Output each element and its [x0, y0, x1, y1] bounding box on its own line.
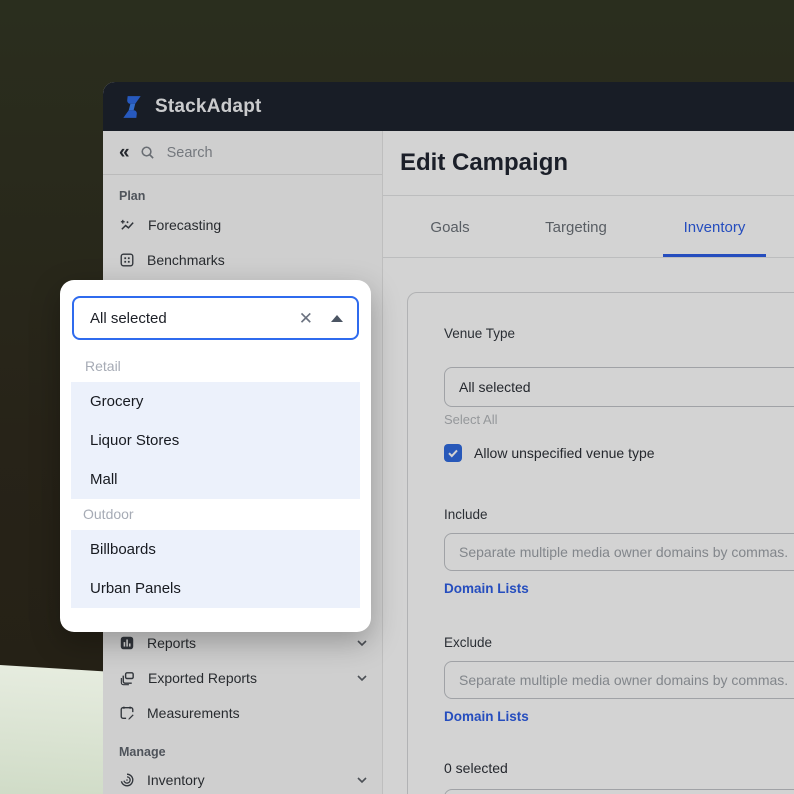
dropdown-group-retail: Retail: [85, 358, 121, 374]
option-billboards[interactable]: Billboards: [71, 530, 360, 569]
venue-type-dropdown: All selected ✕ Retail Grocery Liquor Sto…: [60, 280, 371, 632]
clear-selection-icon[interactable]: ✕: [299, 310, 313, 327]
retail-options: Grocery Liquor Stores Mall: [71, 382, 360, 499]
dropdown-value: All selected: [90, 309, 167, 327]
outdoor-options: Billboards Urban Panels: [71, 530, 360, 608]
option-urban-panels[interactable]: Urban Panels: [71, 569, 360, 608]
option-grocery[interactable]: Grocery: [71, 382, 360, 421]
dropdown-group-outdoor: Outdoor: [83, 506, 134, 522]
option-mall[interactable]: Mall: [71, 460, 360, 499]
background-photo-light-area: [0, 665, 110, 794]
caret-up-icon[interactable]: [331, 314, 343, 322]
option-liquor-stores[interactable]: Liquor Stores: [71, 421, 360, 460]
dropdown-search-input[interactable]: All selected ✕: [72, 296, 359, 340]
